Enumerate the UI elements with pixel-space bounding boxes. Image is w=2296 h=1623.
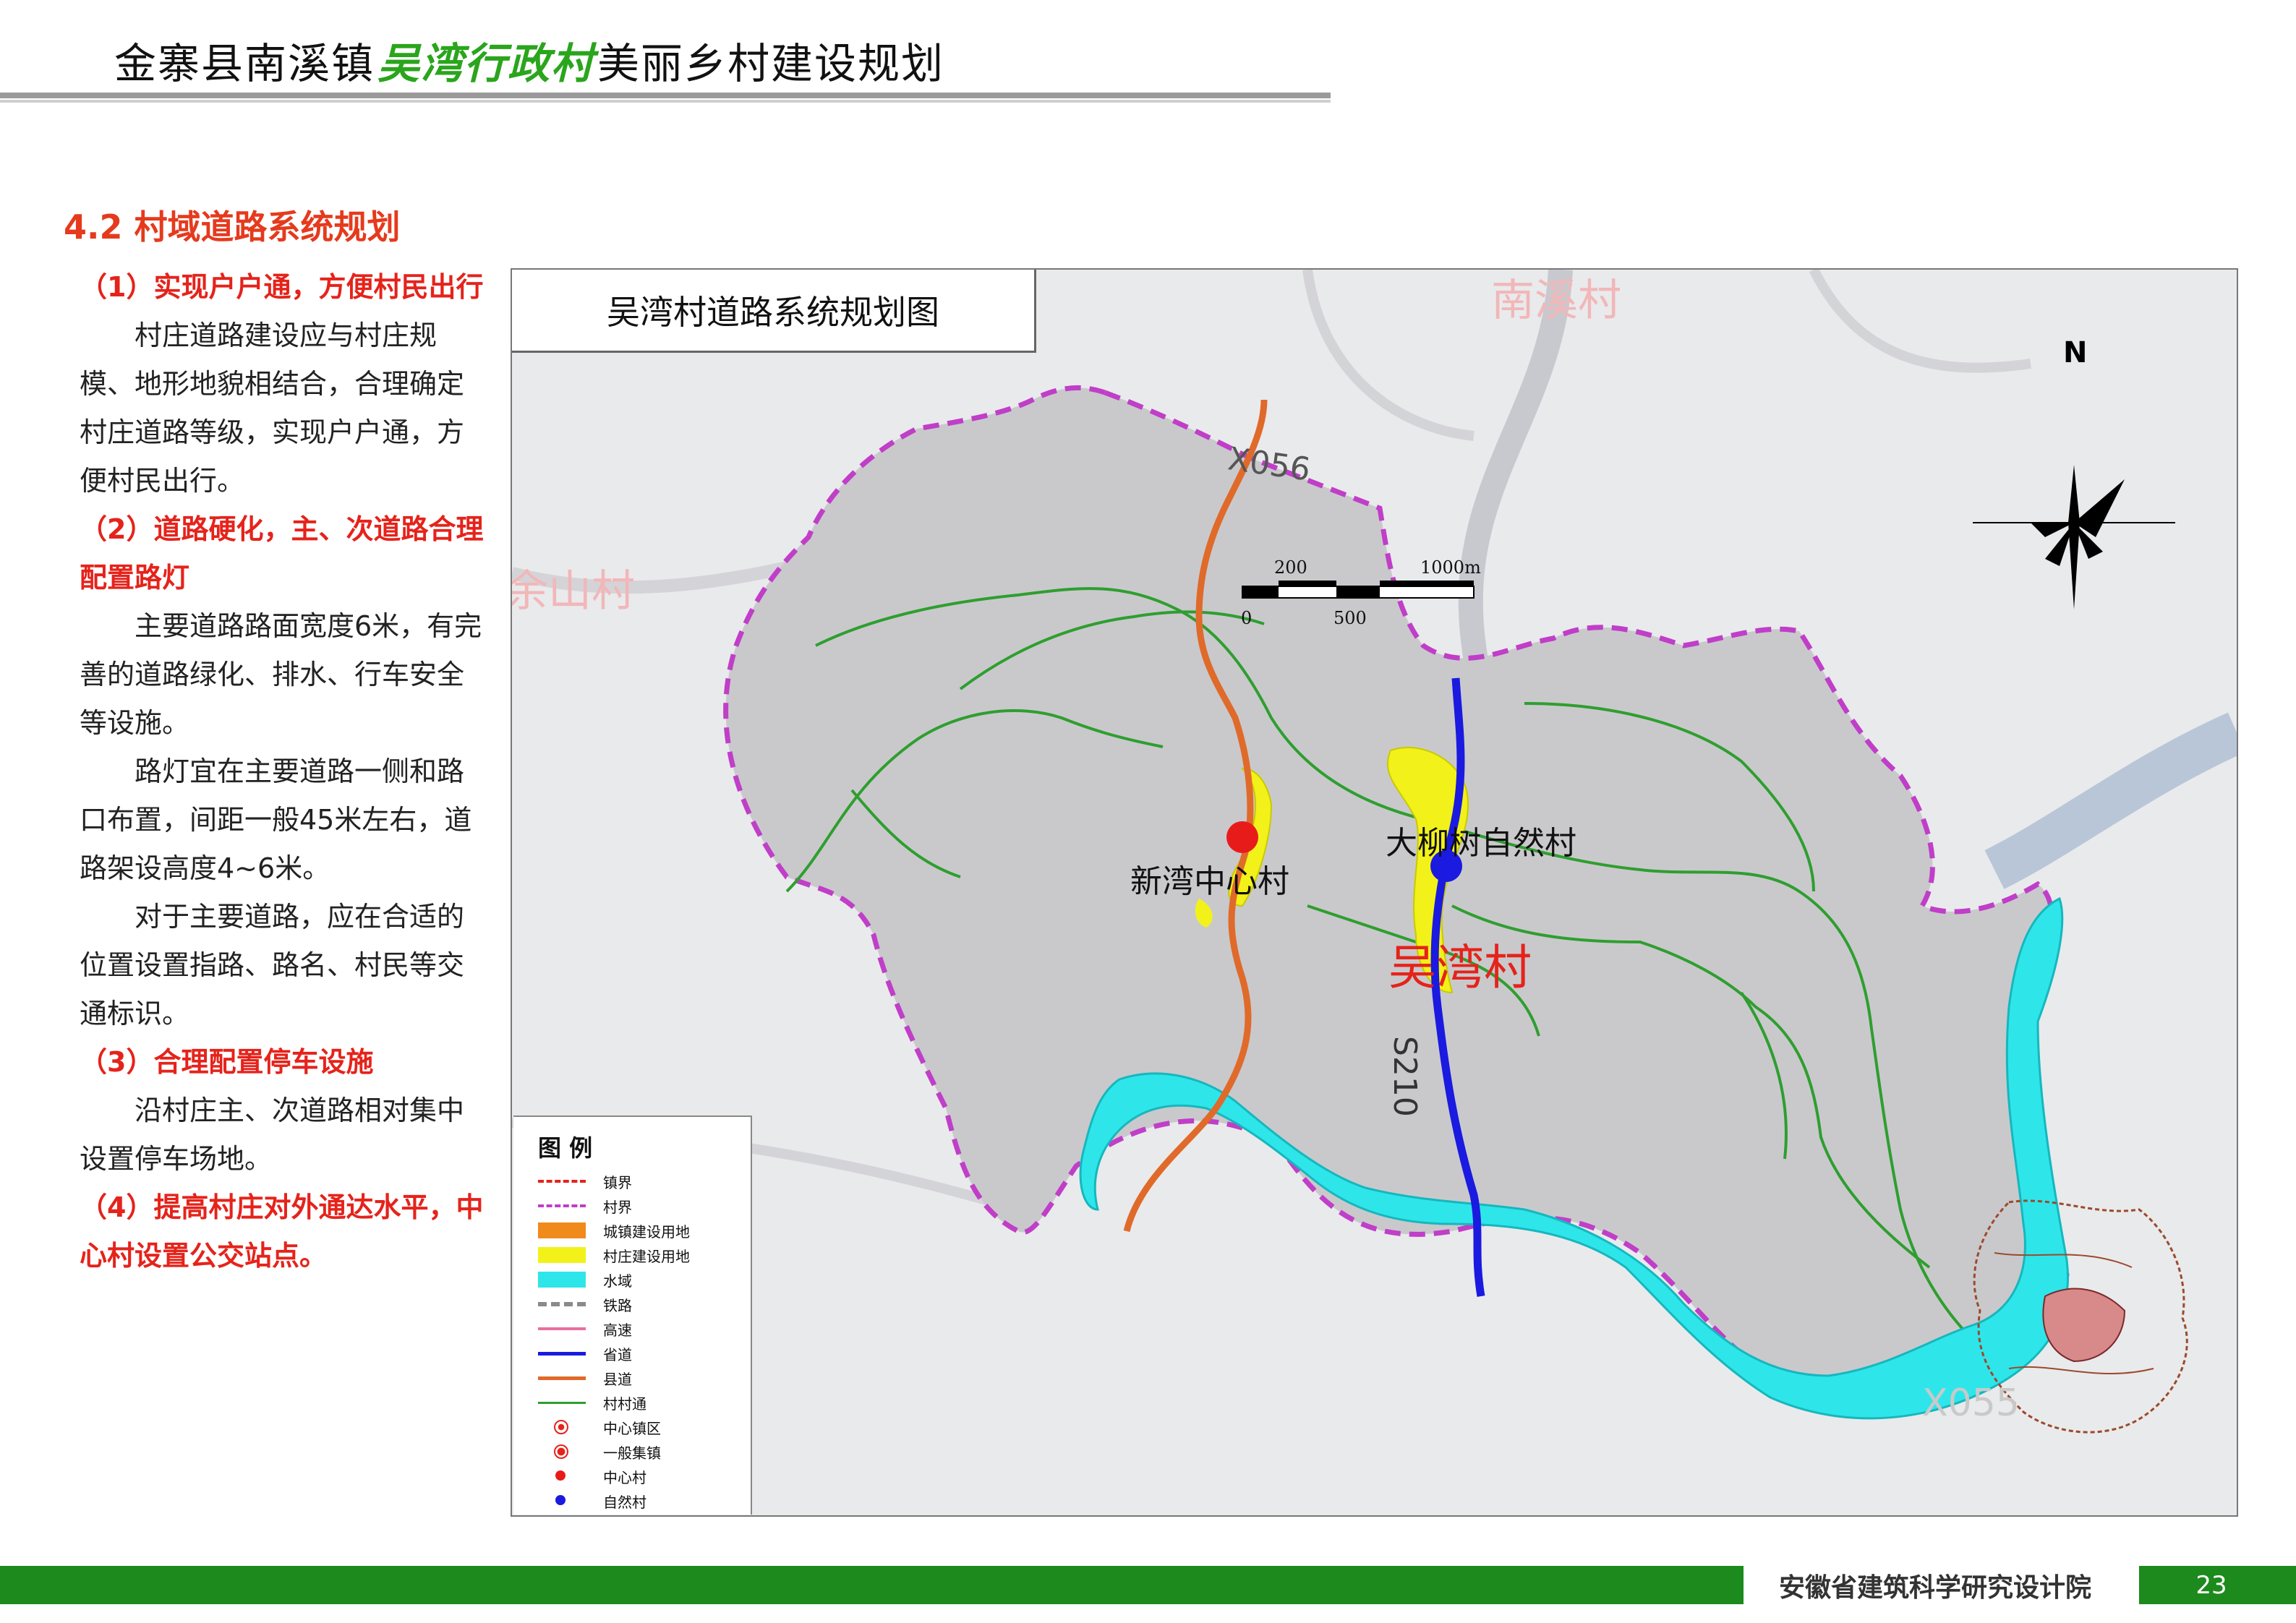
footer-organization: 安徽省建筑科学研究设计院 <box>1744 1566 2127 1604</box>
legend-item-expressway: 高速 <box>538 1318 632 1340</box>
legend-item-natural-village: 自然村 <box>538 1490 646 1512</box>
title-suffix: 美丽乡村建设规划 <box>597 39 945 88</box>
subheading-1: （1）实现户户通，方便村民出行 <box>80 271 484 303</box>
road-plan-map: 吴湾村道路系统规划图 南溪村 余山村 X056 X055 S210 新湾中心村 … <box>511 268 2238 1517</box>
scale-label-500: 500 <box>1333 608 1367 628</box>
legend-item-provincial-road: 省道 <box>538 1342 632 1364</box>
water-icon <box>538 1272 586 1288</box>
paragraph-2-2: 路灯宜在主要道路一侧和路口布置，间距一般45米左右，道路架设高度4~6米。 <box>80 755 472 884</box>
north-arrow-icon <box>1973 465 2175 609</box>
label-center-village: 新湾中心村 <box>1130 863 1289 900</box>
legend-item-central-village: 中心村 <box>538 1465 646 1487</box>
legend-item-general-town: 一般集镇 <box>538 1441 661 1463</box>
page-title: 金寨县南溪镇 吴湾行政村 美丽乡村建设规划 <box>114 27 944 93</box>
village-boundary-icon <box>538 1198 586 1214</box>
railway-icon <box>538 1296 586 1312</box>
scale-label-200: 200 <box>1274 557 1307 578</box>
natural-village-icon <box>538 1493 586 1509</box>
background-road-north <box>1302 270 1475 441</box>
label-wuwan-village: 吴湾村 <box>1388 940 1532 995</box>
title-highlight: 吴湾行政村 <box>377 39 595 88</box>
paragraph-2-1: 主要道路路面宽度6米，有完善的道路绿化、排水、行车安全等设施。 <box>80 610 482 739</box>
map-graphic <box>512 270 2237 1434</box>
title-prefix: 金寨县南溪镇 <box>114 39 375 88</box>
legend-item-village-land: 村庄建设用地 <box>538 1244 690 1266</box>
village-land-icon <box>538 1247 586 1263</box>
legend-item-railway: 铁路 <box>538 1293 632 1315</box>
label-natural-village: 大柳树自然村 <box>1386 825 1576 862</box>
background-road-ne <box>1809 270 2031 373</box>
legend-item-water: 水域 <box>538 1269 632 1290</box>
legend-item-village-road: 村村通 <box>538 1392 646 1413</box>
county-road-icon <box>538 1370 586 1386</box>
background-river-east <box>1984 712 2237 889</box>
expressway-icon <box>538 1321 586 1337</box>
legend-item-central-town: 中心镇区 <box>538 1416 661 1438</box>
legend-item-village-boundary: 村界 <box>538 1195 632 1217</box>
paragraph-2-3: 对于主要道路，应在合适的位置设置指路、路名、村民等交通标识。 <box>80 901 465 1029</box>
legend-item-urban-land: 城镇建设用地 <box>538 1220 690 1241</box>
text-column: （1）实现户户通，方便村民出行 村庄道路建设应与村庄规模、地形地貌相结合，合理确… <box>80 263 485 1280</box>
subheading-4: （4）提高村庄对外通达水平，中心村设置公交站点。 <box>80 1191 484 1272</box>
legend-title: 图 例 <box>538 1134 593 1162</box>
page-number: 23 <box>2195 1570 2227 1600</box>
paragraph-3-1: 沿村庄主、次道路相对集中设置停车场地。 <box>80 1095 465 1175</box>
header-rule-light <box>0 100 1331 103</box>
label-road-x055: X055 <box>1922 1382 2020 1425</box>
village-area <box>723 385 2070 1401</box>
provincial-road-icon <box>538 1345 586 1361</box>
legend-item-town-boundary: 镇界 <box>538 1170 632 1192</box>
town-boundary-icon <box>538 1173 586 1189</box>
label-neighbor-west: 余山村 <box>511 566 635 617</box>
scale-label-0: 0 <box>1241 608 1252 628</box>
subheading-3: （3）合理配置停车设施 <box>80 1046 374 1078</box>
central-village-dot <box>1226 821 1258 853</box>
scale-label-1000: 1000m <box>1420 557 1481 578</box>
paragraph-1-1: 村庄道路建设应与村庄规模、地形地貌相结合，合理确定村庄道路等级，实现户户通，方便… <box>80 320 465 497</box>
map-legend: 图 例 镇界 村界 城镇建设用地 村庄建设用地 水域 铁路 高速 省道 县道 村… <box>513 1115 752 1515</box>
subheading-2: （2）道路硬化，主、次道路合理配置路灯 <box>80 513 484 594</box>
central-village-icon <box>538 1468 586 1484</box>
north-label: N <box>2063 336 2088 369</box>
label-neighbor-north: 南溪村 <box>1491 275 1621 326</box>
urban-land-icon <box>538 1222 586 1238</box>
label-road-s210: S210 <box>1386 1036 1423 1117</box>
map-title: 吴湾村道路系统规划图 <box>512 270 1036 353</box>
section-title: 4.2 村域道路系统规划 <box>64 207 401 247</box>
general-town-icon <box>538 1444 586 1460</box>
header-rule <box>0 93 1331 98</box>
village-road-icon <box>538 1395 586 1410</box>
central-town-icon <box>538 1419 586 1435</box>
legend-item-county-road: 县道 <box>538 1367 632 1389</box>
